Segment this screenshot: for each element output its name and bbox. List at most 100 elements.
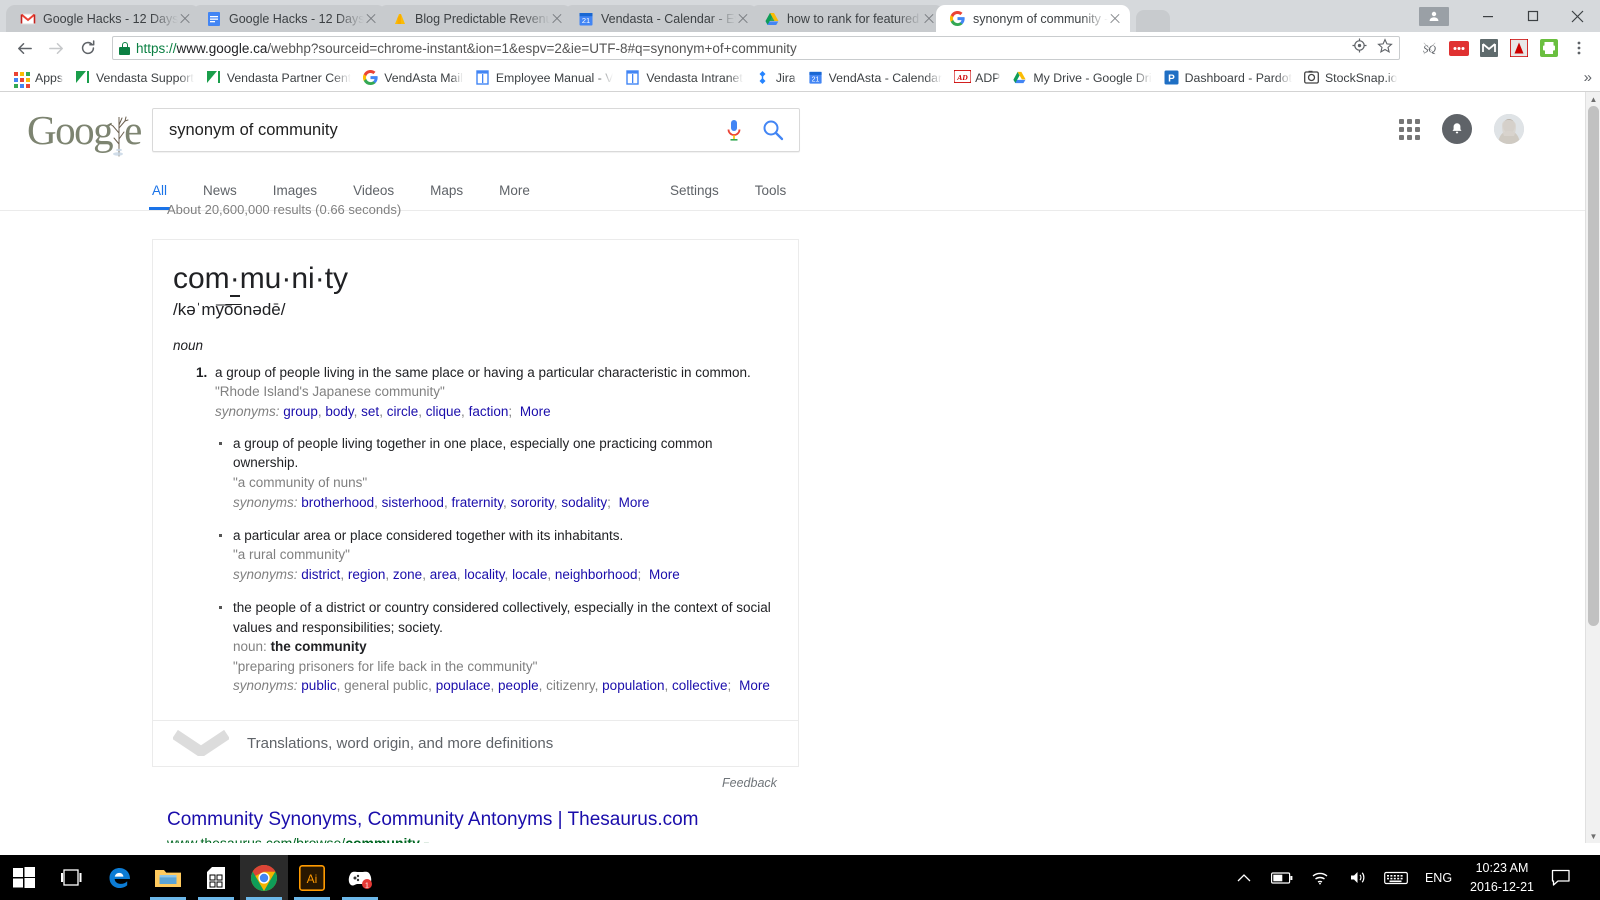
synonym-link[interactable]: clique <box>426 404 461 419</box>
close-icon[interactable] <box>1108 12 1122 26</box>
browser-tab[interactable]: 21 Vendasta - Calendar - Ev <box>564 5 767 32</box>
forward-button[interactable] <box>40 33 72 63</box>
action-center-icon[interactable] <box>1542 855 1580 900</box>
keyboard-icon[interactable] <box>1377 855 1415 900</box>
browser-tab[interactable]: how to rank for featured <box>750 5 953 32</box>
notifications-bell-icon[interactable] <box>1442 114 1472 144</box>
close-icon[interactable] <box>178 12 192 26</box>
show-desktop-button[interactable] <box>1580 855 1600 900</box>
windows-start-icon[interactable] <box>0 855 48 900</box>
bookmark-stocksnap[interactable]: StockSnap.io <box>1298 67 1403 89</box>
google-apps-icon[interactable] <box>1399 118 1420 140</box>
bookmark-employee-manual[interactable]: Employee Manual - V <box>469 67 620 89</box>
maximize-button[interactable] <box>1510 0 1555 32</box>
profile-icon[interactable] <box>1419 6 1449 26</box>
user-avatar[interactable] <box>1494 114 1524 144</box>
chrome-icon[interactable] <box>240 855 288 900</box>
synonym-link[interactable]: sorority <box>511 495 554 510</box>
synonym-link[interactable]: people <box>498 678 539 693</box>
result-title-link[interactable]: Community Synonyms, Community Antonyms |… <box>167 808 807 833</box>
synonym-link[interactable]: locality <box>464 567 504 582</box>
gmail-icon[interactable] <box>1476 35 1502 61</box>
bookmark-adp[interactable]: AD ADP <box>948 67 1006 89</box>
edge-icon[interactable] <box>96 855 144 900</box>
bookmark-star-icon[interactable] <box>1377 37 1393 59</box>
clock[interactable]: 10:23 AM 2016-12-21 <box>1462 859 1542 895</box>
bookmark-pardot[interactable]: P Dashboard - Pardot <box>1158 67 1298 89</box>
bookmark-vendasta-partner-center[interactable]: Vendasta Partner Cent <box>200 67 357 89</box>
search-input[interactable] <box>167 119 723 141</box>
bookmark-vendasta-support[interactable]: Vendasta Support <box>69 67 200 89</box>
synonym-link[interactable]: circle <box>387 404 419 419</box>
synonym-link[interactable]: area <box>430 567 457 582</box>
synonym-link[interactable]: fraternity <box>451 495 503 510</box>
chevron-up-icon[interactable] <box>1225 855 1263 900</box>
scrollbar-thumb[interactable] <box>1588 106 1599 626</box>
green-printer-icon[interactable] <box>1536 35 1562 61</box>
synonym-link[interactable]: body <box>325 404 353 419</box>
more-synonyms-link[interactable]: More <box>649 567 680 582</box>
synonym-link[interactable]: group <box>283 404 318 419</box>
synonym-link[interactable]: sisterhood <box>382 495 444 510</box>
back-button[interactable] <box>8 33 40 63</box>
scroll-down-arrow[interactable]: ▼ <box>1586 829 1600 843</box>
browser-tab[interactable]: Blog Predictable Revenue <box>378 5 581 32</box>
synonym-link[interactable]: sodality <box>561 495 607 510</box>
new-tab-button[interactable] <box>1136 10 1170 32</box>
browser-tab[interactable]: Google Hacks - 12 Days <box>6 5 209 32</box>
bookmark-vendasta-intranet[interactable]: Vendasta Intranet <box>619 67 748 89</box>
seoquake-icon[interactable]: SQ <box>1416 35 1442 61</box>
bookmark-apps[interactable]: Apps <box>8 67 69 89</box>
synonym-link[interactable]: populace <box>436 678 491 693</box>
file-explorer-icon[interactable] <box>144 855 192 900</box>
synonym-link[interactable]: neighborhood <box>555 567 638 582</box>
task-view-icon[interactable] <box>48 855 96 900</box>
address-bar[interactable]: https://www.google.ca/webhp?sourceid=chr… <box>112 36 1400 60</box>
browser-tab-active[interactable]: synonym of community - <box>936 5 1130 32</box>
tab-maps[interactable]: Maps <box>430 170 463 210</box>
synonym-link[interactable]: locale <box>512 567 547 582</box>
language-indicator[interactable]: ENG <box>1415 871 1462 885</box>
close-icon[interactable] <box>736 12 750 26</box>
bookmark-jira[interactable]: Jira <box>749 67 802 89</box>
browser-tab[interactable]: Google Hacks - 12 Days <box>192 5 395 32</box>
expand-definitions-bar[interactable]: Translations, word origin, and more defi… <box>153 719 798 766</box>
bookmark-vendasta-mail[interactable]: VendAsta Mail <box>357 67 469 89</box>
microphone-icon[interactable] <box>723 117 745 143</box>
tab-all[interactable]: All <box>148 170 171 210</box>
close-button[interactable] <box>1555 0 1600 32</box>
tools-button[interactable]: Tools <box>755 183 787 198</box>
synonym-link[interactable]: collective <box>672 678 728 693</box>
settings-button[interactable]: Settings <box>670 183 719 198</box>
volume-icon[interactable] <box>1339 855 1377 900</box>
synonym-link[interactable]: region <box>348 567 386 582</box>
synonym-link[interactable]: public <box>301 678 336 693</box>
synonym-link[interactable]: set <box>361 404 379 419</box>
close-icon[interactable] <box>364 12 378 26</box>
adobe-illustrator-icon[interactable]: Ai <box>288 855 336 900</box>
tab-more[interactable]: More <box>499 170 530 210</box>
close-icon[interactable] <box>550 12 564 26</box>
adobe-acrobat-icon[interactable] <box>1506 35 1532 61</box>
google-logo[interactable]: Goog e <box>27 106 147 157</box>
synonym-link[interactable]: population <box>602 678 664 693</box>
feedback-link[interactable]: Feedback <box>722 776 777 790</box>
minimize-button[interactable] <box>1465 0 1510 32</box>
search-box[interactable] <box>152 108 800 152</box>
synonym-link[interactable]: faction <box>469 404 509 419</box>
synonym-link[interactable]: brotherhood <box>301 495 374 510</box>
game-app-icon[interactable]: 1 <box>336 855 384 900</box>
scroll-up-arrow[interactable]: ▲ <box>1586 92 1600 106</box>
page-scrollbar[interactable]: ▲ ▼ <box>1585 92 1600 843</box>
bookmark-vendasta-calendar[interactable]: 21 VendAsta - Calendar <box>802 67 948 89</box>
search-icon[interactable] <box>761 118 785 142</box>
battery-icon[interactable] <box>1263 855 1301 900</box>
synonym-link[interactable]: zone <box>393 567 422 582</box>
more-synonyms-link[interactable]: More <box>739 678 770 693</box>
bookmark-my-drive[interactable]: My Drive - Google Dri <box>1006 67 1157 89</box>
reload-button[interactable] <box>72 33 104 63</box>
red-dots-icon[interactable] <box>1446 35 1472 61</box>
synonym-link[interactable]: district <box>301 567 340 582</box>
more-synonyms-link[interactable]: More <box>619 495 650 510</box>
microsoft-store-icon[interactable] <box>192 855 240 900</box>
